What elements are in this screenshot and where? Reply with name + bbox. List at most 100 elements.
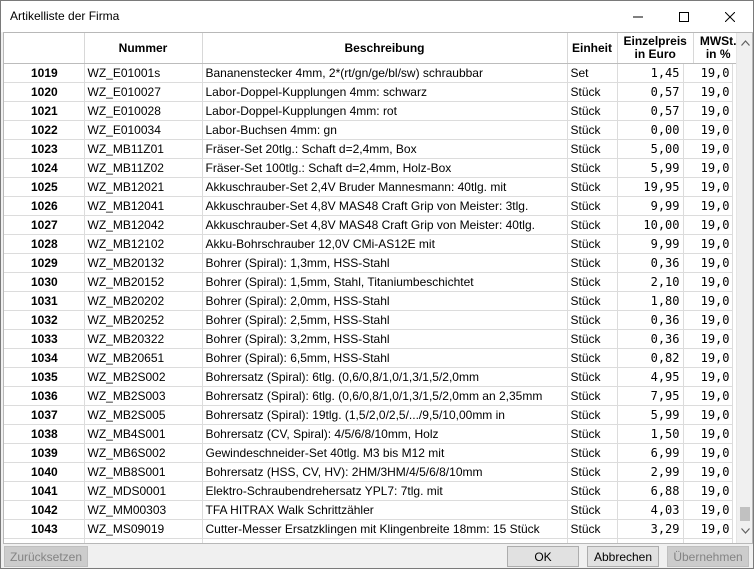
row-einheit[interactable]: Stück <box>567 158 618 178</box>
row-einheit[interactable]: Stück <box>567 500 618 520</box>
row-mwst[interactable]: 19,0 <box>683 386 733 406</box>
row-index[interactable]: 1039 <box>4 443 85 463</box>
row-einzelpreis[interactable]: 0,36 <box>617 310 684 330</box>
row-einheit[interactable]: Stück <box>567 177 618 197</box>
row-einzelpreis[interactable]: 4,95 <box>617 367 684 387</box>
row-einzelpreis[interactable]: 0,57 <box>617 101 684 121</box>
row-mwst[interactable]: 19,0 <box>683 367 733 387</box>
row-einheit[interactable]: Stück <box>567 291 618 311</box>
row-index[interactable]: 1023 <box>4 139 85 159</box>
row-index[interactable]: 1024 <box>4 158 85 178</box>
row-index[interactable]: 1032 <box>4 310 85 330</box>
row-einzelpreis[interactable]: 6,88 <box>617 481 684 501</box>
row-einheit[interactable]: Stück <box>567 101 618 121</box>
row-einzelpreis[interactable]: 0,82 <box>617 348 684 368</box>
table-row[interactable]: 1031 WZ_MB20202 Bohrer (Spiral): 2,0mm, HS… <box>4 291 733 311</box>
row-beschreibung[interactable]: Bohrersatz (HSS, CV, HV): 2HM/3HM/4/5/6/… <box>202 462 568 482</box>
row-beschreibung[interactable]: Bohrer (Spiral): 1,5mm, Stahl, Titaniumb… <box>202 272 568 292</box>
row-einheit[interactable]: Stück <box>567 234 618 254</box>
row-mwst[interactable]: 19,0 <box>683 253 733 273</box>
scroll-down-button[interactable] <box>737 523 752 539</box>
row-mwst[interactable]: 19,0 <box>683 177 733 197</box>
row-nummer[interactable]: WZ_MB20651 <box>84 348 203 368</box>
row-nummer[interactable]: WZ_MB11Z02 <box>84 158 203 178</box>
row-index[interactable]: 1044 <box>4 538 85 543</box>
row-nummer[interactable]: WZ_MM00303 <box>84 500 203 520</box>
row-nummer[interactable]: WZ_MB20322 <box>84 329 203 349</box>
row-einheit[interactable]: Stück <box>567 443 618 463</box>
row-mwst[interactable]: 19,0 <box>683 272 733 292</box>
row-mwst[interactable]: 19,0 <box>683 500 733 520</box>
row-nummer[interactable]: WZ_E010028 <box>84 101 203 121</box>
row-einheit[interactable]: Stück <box>567 196 618 216</box>
row-einheit[interactable]: Stück <box>567 120 618 140</box>
scrollbar-thumb[interactable] <box>740 507 750 521</box>
row-index[interactable]: 1019 <box>4 64 85 83</box>
row-beschreibung[interactable]: Fräser-Set 100tlg.: Schaft d=2,4mm, Holz… <box>202 158 568 178</box>
row-index[interactable]: 1030 <box>4 272 85 292</box>
row-einzelpreis[interactable]: 6,99 <box>617 443 684 463</box>
row-einheit[interactable]: Stück <box>567 310 618 330</box>
row-beschreibung[interactable]: Akku-Bohrschrauber 12,0V CMi-AS12E mit <box>202 234 568 254</box>
row-beschreibung[interactable]: Labor-Buchsen 4mm: gn <box>202 120 568 140</box>
row-nummer[interactable]: WZ_MS09019 <box>84 519 203 539</box>
row-nummer[interactable]: WZ_MB12041 <box>84 196 203 216</box>
row-beschreibung[interactable]: Feinmechaniker-Satz 36 Teile (Bit) beste… <box>202 538 568 543</box>
row-nummer[interactable]: WZ_MB11Z01 <box>84 139 203 159</box>
row-einzelpreis[interactable]: 1,80 <box>617 291 684 311</box>
table-row[interactable]: 1042 WZ_MM00303 TFA HITRAX Walk Schrittzäh… <box>4 500 733 520</box>
row-mwst[interactable]: 19,0 <box>683 310 733 330</box>
table-row[interactable]: 1020 WZ_E010027 Labor-Doppel-Kupplungen 4m… <box>4 82 733 102</box>
row-einheit[interactable]: Stück <box>567 348 618 368</box>
table-row[interactable]: 1025 WZ_MB12021 Akkuschrauber-Set 2,4V Bru… <box>4 177 733 197</box>
row-einzelpreis[interactable]: 2,10 <box>617 272 684 292</box>
row-einzelpreis[interactable]: 5,99 <box>617 405 684 425</box>
table-row[interactable]: 1034 WZ_MB20651 Bohrer (Spiral): 6,5mm, HS… <box>4 348 733 368</box>
article-table[interactable]: Nummer Beschreibung Einheit Einzelpreis i… <box>3 32 753 544</box>
row-index[interactable]: 1031 <box>4 291 85 311</box>
header-nummer[interactable]: Nummer <box>84 33 203 64</box>
row-nummer[interactable]: WZ_E010034 <box>84 120 203 140</box>
row-beschreibung[interactable]: Cutter-Messer Ersatzklingen mit Klingenb… <box>202 519 568 539</box>
row-beschreibung[interactable]: Akkuschrauber-Set 2,4V Bruder Mannesmann… <box>202 177 568 197</box>
row-mwst[interactable]: 19,0 <box>683 82 733 102</box>
row-mwst[interactable]: 19,0 <box>683 405 733 425</box>
table-row[interactable]: 1027 WZ_MB12042 Akkuschrauber-Set 4,8V MAS… <box>4 215 733 235</box>
row-index[interactable]: 1037 <box>4 405 85 425</box>
table-row[interactable]: 1028 WZ_MB12102 Akku-Bohrschrauber 12,0V C… <box>4 234 733 254</box>
table-row[interactable]: 1026 WZ_MB12041 Akkuschrauber-Set 4,8V MAS… <box>4 196 733 216</box>
row-index[interactable]: 1025 <box>4 177 85 197</box>
row-einzelpreis[interactable]: 10,00 <box>617 215 684 235</box>
close-button[interactable] <box>707 1 753 32</box>
row-beschreibung[interactable]: Bohrer (Spiral): 1,3mm, HSS-Stahl <box>202 253 568 273</box>
row-mwst[interactable]: 19,0 <box>683 291 733 311</box>
row-einzelpreis[interactable]: 9,99 <box>617 196 684 216</box>
row-einzelpreis[interactable]: 3,29 <box>617 519 684 539</box>
row-mwst[interactable]: 19,0 <box>683 538 733 543</box>
row-beschreibung[interactable]: Bananenstecker 4mm, 2*(rt/gn/ge/bl/sw) s… <box>202 64 568 83</box>
row-mwst[interactable]: 19,0 <box>683 101 733 121</box>
table-row[interactable]: 1043 WZ_MS09019 Cutter-Messer Ersatzklinge… <box>4 519 733 539</box>
table-row[interactable]: 1033 WZ_MB20322 Bohrer (Spiral): 3,2mm, HS… <box>4 329 733 349</box>
table-row[interactable]: 1035 WZ_MB2S002 Bohrersatz (Spiral): 6tlg.… <box>4 367 733 387</box>
row-beschreibung[interactable]: Bohrersatz (Spiral): 6tlg. (0,6/0,8/1,0/… <box>202 367 568 387</box>
row-beschreibung[interactable]: Fräser-Set 20tlg.: Schaft d=2,4mm, Box <box>202 139 568 159</box>
row-einheit[interactable]: Stück <box>567 329 618 349</box>
row-beschreibung[interactable]: Bohrersatz (CV, Spiral): 4/5/6/8/10mm, H… <box>202 424 568 444</box>
row-einheit[interactable]: Stück <box>567 538 618 543</box>
header-einheit[interactable]: Einheit <box>567 33 618 64</box>
row-einheit[interactable]: Stück <box>567 139 618 159</box>
row-mwst[interactable]: 19,0 <box>683 158 733 178</box>
table-row[interactable]: 1039 WZ_MB6S002 Gewindeschneider-Set 40tlg… <box>4 443 733 463</box>
row-nummer[interactable]: WZ_MB4S001 <box>84 424 203 444</box>
row-einheit[interactable]: Stück <box>567 215 618 235</box>
scroll-up-button[interactable] <box>737 35 752 51</box>
row-index[interactable]: 1020 <box>4 82 85 102</box>
row-beschreibung[interactable]: Elektro-Schraubendrehersatz YPL7: 7tlg. … <box>202 481 568 501</box>
row-einzelpreis[interactable]: 19,95 <box>617 177 684 197</box>
minimize-button[interactable] <box>615 1 661 32</box>
row-beschreibung[interactable]: Bohrersatz (Spiral): 19tlg. (1,5/2,0/2,5… <box>202 405 568 425</box>
row-einheit[interactable]: Stück <box>567 462 618 482</box>
row-index[interactable]: 1033 <box>4 329 85 349</box>
row-mwst[interactable]: 19,0 <box>683 462 733 482</box>
